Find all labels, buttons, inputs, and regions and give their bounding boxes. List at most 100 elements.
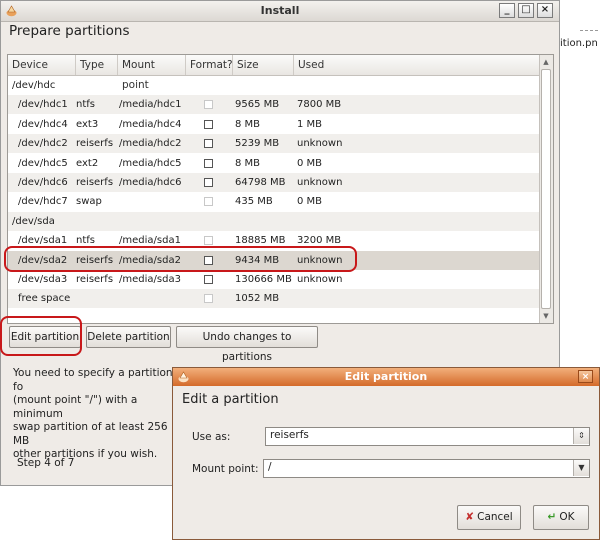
used-cell: 1 MB: [297, 118, 323, 130]
dialog-titlebar[interactable]: Edit partition ×: [173, 368, 599, 386]
column-header-mount-point[interactable]: Mount point: [118, 55, 186, 91]
format-checkbox[interactable]: [204, 158, 213, 168]
device-cell: /dev/hdc1: [18, 99, 68, 111]
scroll-down-arrow-icon[interactable]: ▼: [541, 310, 551, 322]
size-cell: 64798 MB: [235, 177, 286, 188]
format-checkbox: [204, 294, 213, 304]
format-checkbox: [204, 236, 213, 246]
format-checkbox: [204, 197, 213, 207]
table-row[interactable]: /dev/hdc6 reiserfs/media/hdc6 64798 MB unkn…: [8, 173, 541, 192]
use-as-select[interactable]: reiserfs ⇕: [265, 427, 590, 446]
device-cell: /dev/sda3: [18, 274, 68, 285]
format-checkbox[interactable]: [204, 139, 213, 149]
column-header-type[interactable]: Type: [76, 55, 118, 75]
window-titlebar[interactable]: Install _ □ ×: [1, 1, 559, 22]
type-cell: ext3: [76, 118, 99, 130]
mount-point-cell: /media/hdc2: [119, 138, 182, 150]
size-cell: 130666 MB: [235, 274, 292, 285]
size-cell: 5239 MB: [235, 138, 280, 150]
partition-table[interactable]: Device Type Mount point Format? Size Use…: [7, 54, 554, 324]
table-row[interactable]: /dev/hdc5 ext2/media/hdc5 8 MB 0 MB: [8, 154, 541, 173]
size-cell: 435 MB: [235, 196, 273, 208]
type-cell: reiserfs: [76, 177, 114, 188]
instruction-line: You need to specify a partition fo: [13, 367, 173, 393]
mount-point-cell: /media/hdc5: [119, 157, 182, 169]
use-as-value: reiserfs: [270, 429, 309, 441]
device-cell: free space: [18, 293, 71, 305]
column-header-format[interactable]: Format?: [186, 55, 233, 75]
cancel-button[interactable]: ✘ Cancel: [457, 505, 521, 530]
mount-point-cell: /media/hdc6: [119, 177, 182, 188]
used-cell: unknown: [297, 177, 343, 188]
background-divider: [580, 30, 598, 31]
updown-arrows-icon: ⇕: [573, 428, 589, 444]
chevron-down-icon[interactable]: ▼: [573, 460, 589, 476]
used-cell: unknown: [297, 274, 343, 285]
scroll-up-arrow-icon[interactable]: ▲: [541, 56, 551, 68]
format-checkbox[interactable]: [204, 178, 213, 187]
used-cell: 0 MB: [297, 157, 323, 169]
type-cell: ext2: [76, 157, 99, 169]
device-cell: /dev/hdc: [12, 80, 56, 91]
page-title: Prepare partitions: [9, 23, 130, 39]
device-cell: /dev/hdc7: [18, 196, 68, 208]
table-header: Device Type Mount point Format? Size Use…: [8, 55, 541, 91]
ok-label: OK: [559, 511, 575, 523]
used-cell: unknown: [297, 138, 343, 150]
type-cell: swap: [76, 196, 102, 208]
instruction-line: (mount point "/") with a minimum: [13, 394, 138, 420]
type-cell: reiserfs: [76, 138, 114, 150]
device-cell: /dev/hdc6: [18, 177, 68, 188]
mount-point-cell: /media/hdc4: [119, 118, 182, 130]
size-cell: 1052 MB: [235, 293, 280, 305]
device-cell: /dev/sda: [12, 215, 55, 227]
background-window: ition.pn: [558, 0, 600, 66]
selected-row-highlight: [4, 246, 357, 272]
mount-point-cell: /media/sda3: [119, 274, 181, 285]
format-checkbox[interactable]: [204, 275, 213, 284]
use-as-label: Use as:: [192, 431, 231, 443]
column-header-used[interactable]: Used: [294, 55, 541, 75]
mount-point-combo[interactable]: / ▼: [263, 459, 590, 478]
scrollbar-thumb[interactable]: [541, 69, 551, 309]
background-filename-text: ition.pn: [560, 38, 598, 49]
table-row[interactable]: /dev/hdc2 reiserfs/media/hdc2 5239 MB unkno…: [8, 134, 541, 154]
undo-changes-button[interactable]: Undo changes to partitions: [176, 326, 318, 363]
dialog-close-button[interactable]: ×: [578, 370, 593, 383]
used-cell: 0 MB: [297, 196, 323, 208]
delete-partition-button[interactable]: Delete partition: [86, 326, 171, 348]
size-cell: 9565 MB: [235, 99, 280, 111]
table-scrollbar[interactable]: ▲ ▼: [539, 55, 553, 323]
format-checkbox[interactable]: [204, 119, 213, 129]
table-row[interactable]: /dev/hdc4 ext3/media/hdc4 8 MB 1 MB: [8, 115, 541, 134]
cancel-icon: ✘: [465, 511, 475, 523]
device-cell: /dev/hdc4: [18, 118, 68, 130]
column-header-device[interactable]: Device: [8, 55, 76, 75]
dialog-heading: Edit a partition: [182, 392, 279, 407]
table-group-row[interactable]: /dev/hdc: [8, 76, 541, 95]
window-title: Install: [260, 4, 300, 17]
table-row[interactable]: free space 1052 MB: [8, 289, 541, 309]
close-button[interactable]: ×: [537, 3, 553, 18]
device-cell: /dev/hdc2: [18, 138, 68, 150]
mount-point-value: /: [268, 461, 272, 473]
mount-point-label: Mount point:: [192, 463, 259, 475]
table-row[interactable]: /dev/sda3 reiserfs/media/sda3 130666 MB unk…: [8, 270, 541, 289]
table-row[interactable]: /dev/hdc1 ntfs/media/hdc1 9565 MB 7800 MB: [8, 95, 541, 115]
format-checkbox: [204, 100, 213, 110]
partition-instructions: You need to specify a partition fo (moun…: [13, 367, 178, 462]
device-cell: /dev/hdc5: [18, 157, 68, 169]
cancel-label: Cancel: [477, 511, 513, 523]
type-cell: reiserfs: [76, 274, 114, 285]
step-indicator: Step 4 of 7: [17, 457, 75, 469]
ok-icon: ↵: [547, 511, 557, 523]
type-cell: ntfs: [76, 99, 95, 111]
minimize-button[interactable]: _: [499, 3, 515, 18]
size-cell: 8 MB: [235, 157, 261, 169]
edit-partition-dialog: Edit partition × Edit a partition Use as…: [172, 367, 600, 540]
column-header-size[interactable]: Size: [233, 55, 294, 75]
table-group-row[interactable]: /dev/sda: [8, 211, 541, 231]
table-row[interactable]: /dev/hdc7 swap 435 MB 0 MB: [8, 192, 541, 211]
ok-button[interactable]: ↵ OK: [533, 505, 589, 530]
maximize-button[interactable]: □: [518, 3, 534, 18]
